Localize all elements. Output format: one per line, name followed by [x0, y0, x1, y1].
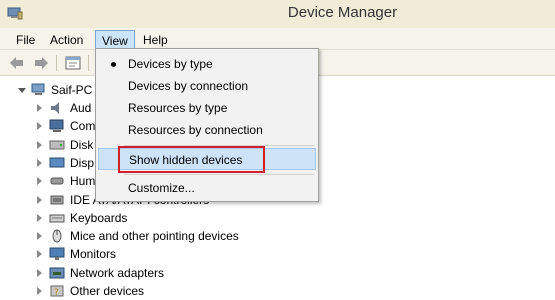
toolbar-separator	[88, 55, 89, 71]
menu-separator	[124, 174, 314, 175]
menu-action[interactable]: Action	[44, 30, 89, 50]
tree-node-label: Aud	[70, 101, 92, 115]
tree-node-label: Monitors	[70, 247, 117, 262]
ide-icon	[49, 193, 65, 207]
menu-item-label: Devices by type	[128, 57, 213, 71]
expand-icon[interactable]	[37, 140, 42, 149]
menu-resources-by-type[interactable]: Resources by type	[98, 97, 316, 119]
tree-node-label: Hum	[70, 174, 96, 189]
menu-item-label: Resources by type	[128, 101, 228, 115]
title-bar: Device Manager	[0, 0, 555, 28]
selected-bullet-icon	[111, 62, 116, 67]
expand-icon[interactable]	[37, 195, 42, 204]
expand-icon[interactable]	[37, 232, 42, 241]
expand-icon[interactable]	[37, 287, 42, 295]
toolbar-separator	[56, 55, 57, 71]
menu-item-label: Resources by connection	[128, 123, 263, 137]
expand-icon[interactable]	[37, 122, 42, 131]
expand-icon[interactable]	[37, 177, 42, 186]
tree-node-label: Disp	[70, 155, 95, 170]
keyboard-icon	[49, 211, 65, 225]
computer-icon	[49, 119, 65, 133]
computer-icon	[31, 83, 47, 97]
menu-resources-by-connection[interactable]: Resources by connection	[98, 119, 316, 141]
collapse-icon[interactable]	[18, 88, 26, 93]
tree-node-label: Keyboards	[70, 210, 128, 225]
tree-node-label: Network adapters	[70, 265, 165, 280]
tree-node-label: Other devices	[70, 284, 145, 298]
disk-icon	[49, 138, 65, 152]
mouse-icon	[49, 229, 65, 243]
other-devices-icon: ?	[49, 284, 65, 298]
forward-arrow-icon[interactable]	[32, 54, 50, 72]
annotation-highlight-box	[118, 146, 265, 173]
network-icon	[49, 266, 65, 280]
hid-icon	[49, 174, 65, 188]
expand-icon[interactable]	[37, 268, 42, 277]
tree-node-label: Mice and other pointing devices	[70, 229, 239, 244]
audio-icon	[49, 101, 65, 115]
monitor-icon	[49, 247, 65, 261]
window-title: Device Manager	[287, 4, 398, 21]
view-menu-dropdown: Devices by type Devices by connection Re…	[95, 48, 319, 202]
menu-bar: File Action View Help	[0, 28, 555, 50]
tree-node-label: Disk	[70, 137, 94, 152]
menu-devices-by-connection[interactable]: Devices by connection	[98, 75, 316, 97]
expand-icon[interactable]	[37, 250, 42, 259]
properties-icon[interactable]	[64, 54, 82, 72]
menu-help[interactable]: Help	[137, 30, 174, 50]
computer-name: Saif-PC	[51, 83, 93, 97]
menu-customize[interactable]: Customize...	[98, 177, 316, 199]
menu-file[interactable]: File	[10, 30, 41, 50]
expand-icon[interactable]	[37, 158, 42, 167]
svg-text:?: ?	[54, 288, 59, 298]
menu-view[interactable]: View	[95, 30, 135, 50]
expand-icon[interactable]	[37, 104, 42, 112]
menu-item-label: Devices by connection	[128, 79, 249, 93]
menu-devices-by-type[interactable]: Devices by type	[98, 53, 316, 75]
expand-icon[interactable]	[37, 213, 42, 222]
back-arrow-icon[interactable]	[8, 54, 26, 72]
display-icon	[49, 156, 65, 170]
menu-item-label: Customize...	[128, 181, 195, 195]
tree-node-label: Com	[70, 119, 96, 134]
